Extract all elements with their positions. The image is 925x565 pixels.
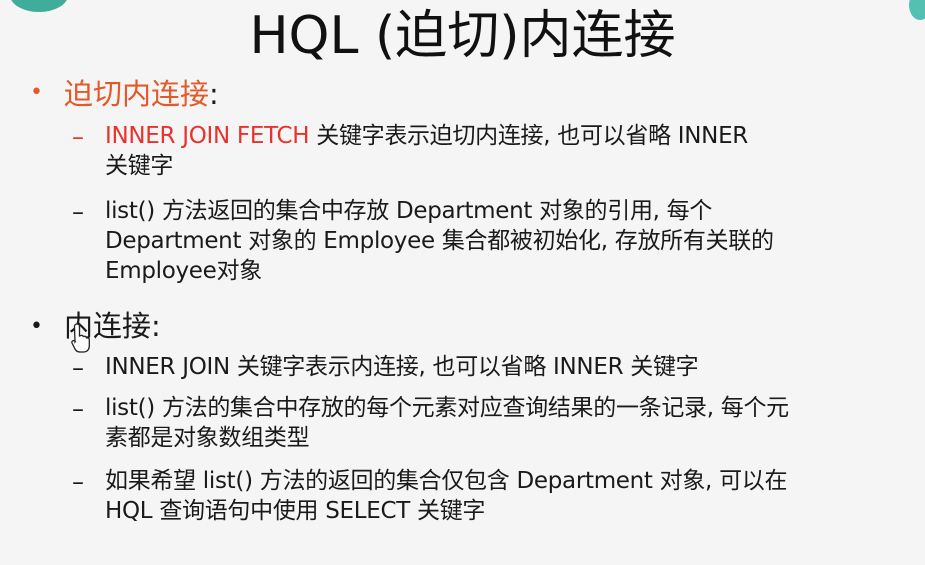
slide: HQL (迫切)内连接 • 迫切内连接: – INNER JOIN FETCH … xyxy=(0,0,925,565)
heading-colon: : xyxy=(209,77,219,111)
section-heading: 迫切内连接: xyxy=(64,76,219,112)
dash: – xyxy=(72,468,84,496)
keyword-inner-join-fetch: INNER JOIN FETCH xyxy=(105,123,310,149)
list-item: list() 方法的集合中存放的每个元素对应查询结果的一条记录, 每个元 素都是… xyxy=(105,395,789,451)
dash: – xyxy=(72,395,84,423)
bullet: • xyxy=(30,314,43,339)
dash: – xyxy=(72,354,84,382)
slide-title: HQL (迫切)内连接 xyxy=(249,6,676,66)
list-item: INNER JOIN FETCH 关键字表示迫切内连接, 也可以省略 INNER… xyxy=(105,123,748,179)
list-item: INNER JOIN 关键字表示内连接, 也可以省略 INNER 关键字 xyxy=(105,354,699,380)
list-item: list() 方法返回的集合中存放 Department 对象的引用, 每个 D… xyxy=(105,198,774,284)
list-item: 如果希望 list() 方法的返回的集合仅包含 Department 对象, 可… xyxy=(105,468,788,524)
hand-pointer-icon xyxy=(71,323,90,353)
heading-text: 迫切内连接 xyxy=(64,77,210,111)
dash: – xyxy=(72,123,84,151)
dash: – xyxy=(72,198,84,226)
bullet: • xyxy=(30,80,43,105)
